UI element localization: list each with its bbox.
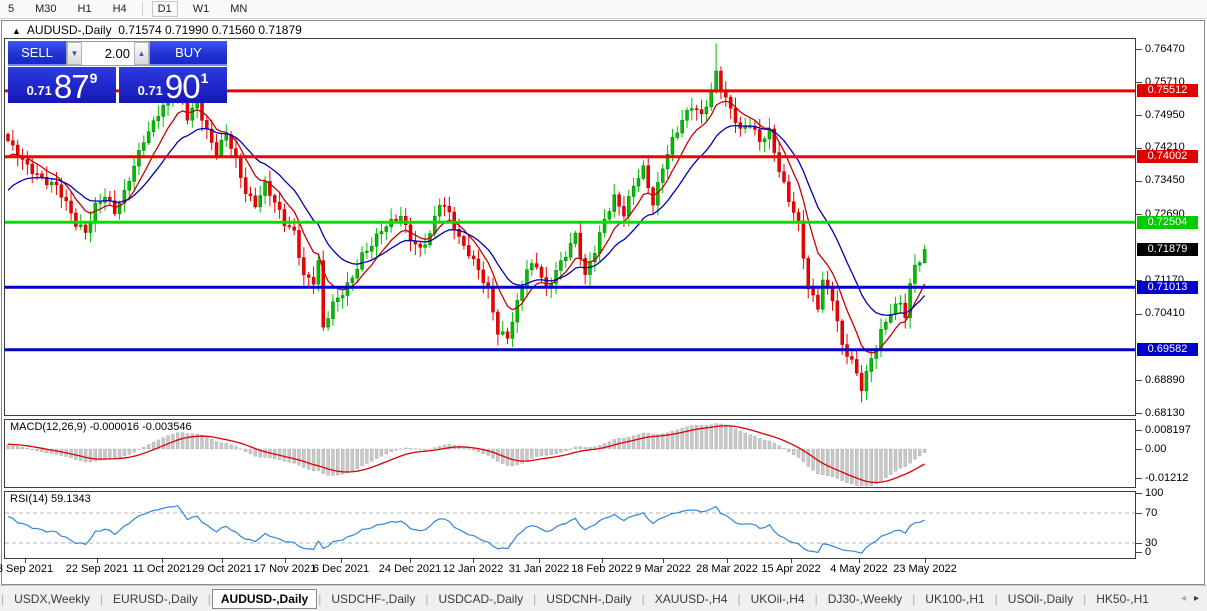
date-label: 31 Jan 2022 <box>508 563 570 575</box>
price-level-badge: 0.71013 <box>1137 280 1198 294</box>
macd-tick-label: 0.008197 <box>1145 423 1191 436</box>
rsi-axis-tick <box>1136 552 1142 553</box>
ask-price-display[interactable]: 0.71 90 1 <box>119 67 227 103</box>
timeframe-button-m30[interactable]: M30 <box>29 1 62 17</box>
date-label: 15 Apr 2022 <box>761 563 821 575</box>
tab-audusd-daily[interactable]: AUDUSD-,Daily <box>211 588 318 609</box>
date-label: 18 Feb 2022 <box>571 563 633 575</box>
rsi-indicator <box>5 505 1135 554</box>
price-level-badge: 0.71879 <box>1137 242 1198 256</box>
tab-usdchf-daily[interactable]: USDCHF-,Daily <box>322 589 424 609</box>
date-label: 11 Oct 2021 <box>132 563 192 575</box>
price-level-badge: 0.74002 <box>1137 150 1198 164</box>
timeframe-button-h1[interactable]: H1 <box>72 1 98 17</box>
tab-eurusd-daily[interactable]: EURUSD-,Daily <box>104 589 207 609</box>
macd-axis-tick <box>1136 449 1142 450</box>
tab-ukoil-h4[interactable]: UKOil-,H4 <box>742 589 814 609</box>
tab-dj30-weekly[interactable]: DJ30-,Weekly <box>819 589 911 609</box>
timeframe-button-h4[interactable]: H4 <box>107 1 133 17</box>
date-label: 23 May 2022 <box>893 563 957 575</box>
chart-title: ▲ AUDUSD-,Daily 0.71574 0.71990 0.71560 0… <box>12 23 302 37</box>
rsi-axis-tick <box>1136 513 1142 514</box>
collapse-panel-icon[interactable]: ▲ <box>12 26 21 36</box>
volume-increase-icon[interactable]: ▲ <box>134 42 149 65</box>
price-tick-label: 0.76470 <box>1145 42 1185 55</box>
rsi-label: RSI(14) 59.1343 <box>10 493 91 505</box>
date-label: 3 Sep 2021 <box>0 563 54 575</box>
rsi-tick-label: 0 <box>1145 545 1152 558</box>
date-label: 12 Jan 2022 <box>442 563 504 575</box>
price-axis-tick <box>1136 147 1142 149</box>
one-click-trade-panel: SELL ▼ ▲ BUY 0.71 87 9 0.71 90 1 <box>8 41 227 103</box>
price-axis-tick <box>1136 380 1142 381</box>
date-label: 9 Mar 2022 <box>635 563 691 575</box>
ask-price-prefix: 0.71 <box>137 83 163 98</box>
tab-hk50-h1[interactable]: HK50-,H1 <box>1087 589 1158 609</box>
date-label: 22 Sep 2021 <box>65 563 129 575</box>
price-tick-label: 0.74950 <box>1145 108 1185 121</box>
tab-scroll-left-icon[interactable]: ◂ <box>1181 593 1186 604</box>
tab-scroll-buttons: ◂ ▸ <box>1181 593 1207 604</box>
macd-label: MACD(12,26,9) -0.000016 -0.003546 <box>10 421 192 433</box>
macd-axis-tick <box>1136 430 1142 431</box>
rsi-pane[interactable] <box>4 491 1136 559</box>
tab-uk100-h1[interactable]: UK100-,H1 <box>916 589 993 609</box>
macd-tick-label: -0.01212 <box>1145 471 1189 484</box>
price-axis-tick <box>1136 180 1142 182</box>
timeframe-toolbar: 5 M30 H1 H4 D1 W1 MN <box>0 0 1207 19</box>
sell-button[interactable]: SELL <box>8 41 66 66</box>
buy-button[interactable]: BUY <box>150 41 227 66</box>
price-axis-tick <box>1136 313 1142 315</box>
chart-symbol-period: AUDUSD-,Daily <box>26 23 112 37</box>
price-tick-label: 0.68130 <box>1145 406 1185 419</box>
macd-tick-label: 0.00 <box>1145 442 1167 455</box>
date-label: 4 May 2022 <box>830 563 888 575</box>
rsi-tick-label: 70 <box>1145 506 1158 519</box>
date-label: 28 Mar 2022 <box>696 563 758 575</box>
rsi-tick-label: 100 <box>1145 486 1164 499</box>
volume-input[interactable] <box>82 42 134 65</box>
ask-price-main: 90 <box>164 67 201 105</box>
bid-price-main: 87 <box>53 67 90 105</box>
macd-axis-tick <box>1136 478 1142 479</box>
date-label: 6 Dec 2021 <box>312 563 370 575</box>
date-label: 17 Nov 2021 <box>253 563 317 575</box>
price-axis-tick <box>1136 413 1142 415</box>
timeframe-button-d1[interactable]: D1 <box>151 1 178 17</box>
timeframe-button-5[interactable]: 5 <box>2 1 20 17</box>
date-label: 29 Oct 2021 <box>192 563 252 575</box>
timeframe-button-mn[interactable]: MN <box>224 1 253 17</box>
price-axis-tick <box>1136 115 1142 117</box>
price-level-badge: 0.69582 <box>1137 343 1198 357</box>
rsi-axis-tick <box>1136 543 1142 544</box>
tab-usdcnh-daily[interactable]: USDCNH-,Daily <box>537 589 640 609</box>
tab-scroll-right-icon[interactable]: ▸ <box>1194 593 1199 604</box>
rsi-axis-tick <box>1136 493 1142 494</box>
bid-price-display[interactable]: 0.71 87 9 <box>8 67 116 103</box>
tab-usdx-weekly[interactable]: USDX,Weekly <box>5 589 99 609</box>
date-label: 24 Dec 2021 <box>378 563 442 575</box>
volume-decrease-icon[interactable]: ▼ <box>67 42 82 65</box>
tab-xauusd-h4[interactable]: XAUUSD-,H4 <box>646 589 737 609</box>
price-axis-tick <box>1136 49 1142 50</box>
symbol-tab-bar: | USDX,Weekly | EURUSD-,Daily | AUDUSD-,Daily… <box>0 585 1207 611</box>
volume-stepper: ▼ ▲ <box>66 41 150 66</box>
bid-price-prefix: 0.71 <box>26 83 52 98</box>
tab-usoil-daily[interactable]: USOil-,Daily <box>999 589 1082 609</box>
tab-usdcad-daily[interactable]: USDCAD-,Daily <box>429 589 532 609</box>
price-axis-tick <box>1136 82 1142 84</box>
timeframe-button-w1[interactable]: W1 <box>187 1 216 17</box>
toolbar-separator <box>141 2 143 16</box>
chart-ohlc-values: 0.71574 0.71990 0.71560 0.71879 <box>118 23 302 37</box>
price-tick-label: 0.70410 <box>1145 307 1185 320</box>
price-level-badge: 0.75512 <box>1137 84 1198 98</box>
bid-price-pipette: 9 <box>89 70 98 86</box>
ask-price-pipette: 1 <box>200 70 209 86</box>
price-tick-label: 0.73450 <box>1145 174 1185 187</box>
price-tick-label: 0.68890 <box>1145 373 1185 386</box>
price-level-badge: 0.72504 <box>1137 215 1198 229</box>
